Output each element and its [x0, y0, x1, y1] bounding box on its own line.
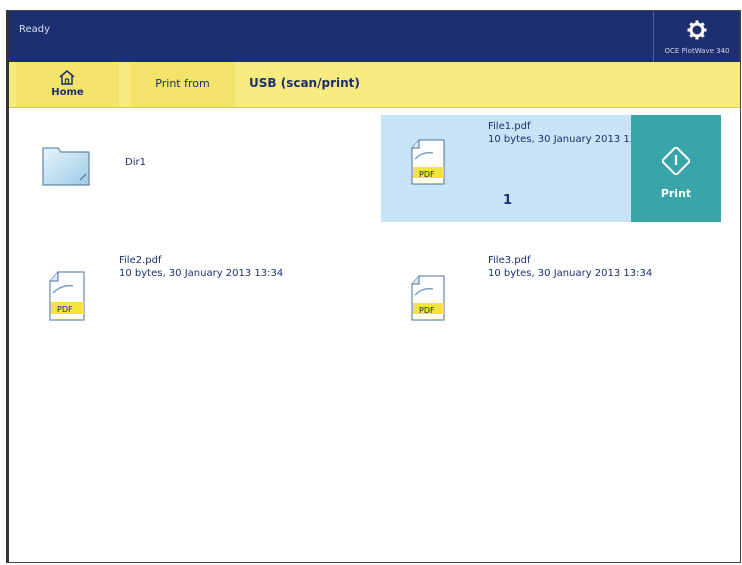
print-label: Print	[660, 187, 692, 200]
device-name: OCE PlotWave 340	[664, 47, 730, 55]
pdf-badge: PDF	[57, 305, 73, 314]
pdf-badge: PDF	[419, 170, 435, 179]
file-item-file2[interactable]: PDF File2.pdf 10 bytes, 30 January 2013 …	[39, 251, 359, 331]
item-meta: 10 bytes, 30 January 2013 13:34	[488, 134, 653, 145]
copy-count: 1	[503, 193, 513, 208]
pdf-badge: PDF	[419, 306, 435, 315]
folder-icon	[42, 147, 90, 186]
folder-item-dir1[interactable]: Dir1	[39, 136, 339, 196]
gear-icon	[687, 20, 707, 40]
item-name: Dir1	[125, 157, 146, 168]
home-icon	[59, 70, 75, 85]
home-label: Home	[51, 87, 84, 98]
app-window: Ready OCE PlotWave 340 Home Print from U…	[6, 10, 741, 563]
item-meta: 10 bytes, 30 January 2013 13:34	[488, 268, 653, 279]
item-name: File1.pdf	[488, 121, 531, 132]
print-button[interactable]: Print	[631, 115, 721, 222]
item-name: File3.pdf	[488, 255, 531, 266]
item-name: File2.pdf	[119, 255, 162, 266]
home-button[interactable]: Home	[16, 62, 119, 107]
status-text: Ready	[19, 24, 51, 35]
device-settings-button[interactable]: OCE PlotWave 340	[653, 11, 740, 62]
breadcrumb-usb: USB (scan/print)	[249, 76, 360, 90]
file-item-file3[interactable]: PDF File3.pdf 10 bytes, 30 January 2013 …	[381, 251, 701, 331]
file-item-file1[interactable]: PDF File1.pdf 10 bytes, 30 January 2013 …	[381, 115, 652, 222]
top-bar: Ready OCE PlotWave 340	[9, 11, 740, 62]
item-meta: 10 bytes, 30 January 2013 13:34	[119, 268, 284, 279]
breadcrumb-print-from[interactable]: Print from	[130, 62, 235, 107]
print-icon	[662, 147, 690, 175]
breadcrumb: Home Print from USB (scan/print)	[9, 62, 740, 108]
